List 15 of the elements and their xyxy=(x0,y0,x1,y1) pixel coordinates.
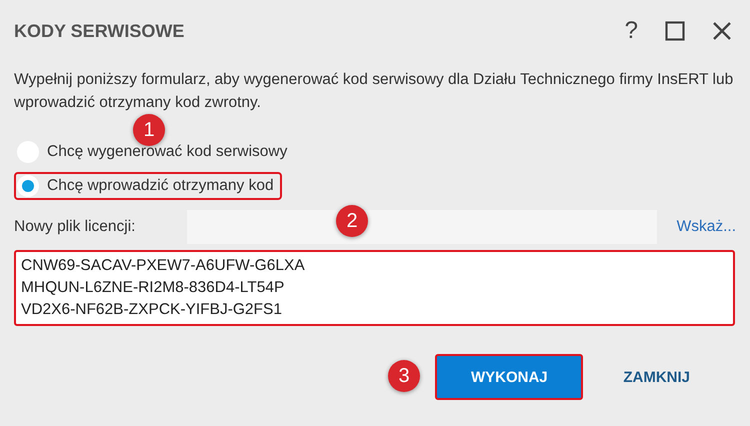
code-field[interactable]: CNW69-SACAV-PXEW7-A6UFW-G6LXA MHQUN-L6ZNE-RI2M8-836D4-LT54P VD2X6-NF62B-ZXPCK-YIFBJ-G2FS1 xyxy=(14,250,735,326)
license-path-field[interactable] xyxy=(187,210,657,244)
help-button[interactable]: ? xyxy=(624,17,638,45)
window-title: KODY SERWISOWE xyxy=(14,20,184,42)
maximize-icon[interactable] xyxy=(665,21,685,41)
radio-option[interactable]: Chcę wprowadzić otrzymany kod xyxy=(14,172,282,200)
close-button[interactable]: ZAMKNIJ xyxy=(605,354,708,400)
browse-link[interactable]: Wskaż... xyxy=(676,218,736,236)
execute-button[interactable]: WYKONAJ xyxy=(435,354,584,400)
instruction-text: Wypełnij poniższy formularz, aby wygenerować kod serwisowy dla Działu Technicznego firmy InsERT lub wprowadzić otrzymany kod zwrotny. xyxy=(14,70,734,113)
step-marker: 3 xyxy=(388,360,420,392)
step-marker: 1 xyxy=(133,114,165,146)
radio-button[interactable] xyxy=(17,175,39,197)
close-icon[interactable] xyxy=(712,21,732,41)
field-label: Nowy plik licencji: xyxy=(14,218,136,236)
